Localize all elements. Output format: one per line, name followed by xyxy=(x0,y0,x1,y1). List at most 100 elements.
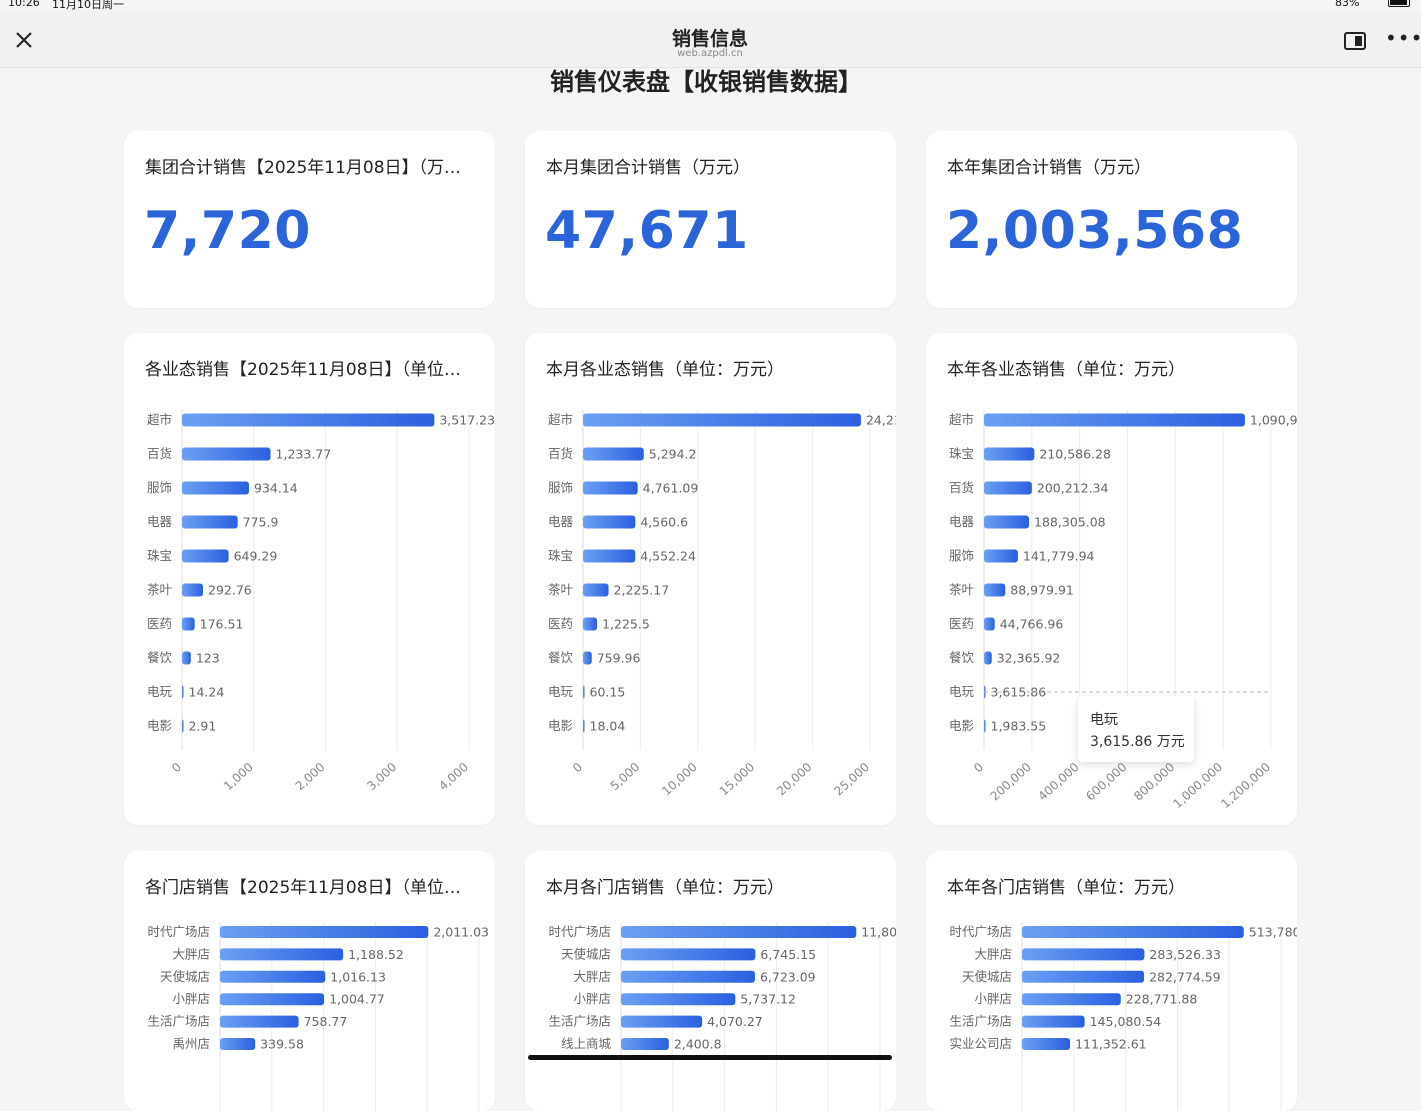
battery-percent: 83% xyxy=(1335,0,1360,9)
data-label: 2,225.17 xyxy=(614,583,670,598)
category-label: 天使城店 xyxy=(160,969,210,984)
category-label: 电影 xyxy=(548,718,574,733)
category-label: 电影 xyxy=(147,718,173,733)
data-label: 14.24 xyxy=(189,685,225,700)
category-label: 茶叶 xyxy=(949,582,975,597)
bar xyxy=(583,481,638,495)
bar xyxy=(1022,948,1145,961)
category-label: 电玩 xyxy=(548,684,574,699)
data-label: 6,723.09 xyxy=(760,969,816,984)
bar xyxy=(583,685,585,699)
data-label: 141,779.94 xyxy=(1023,549,1095,564)
bar xyxy=(621,1038,669,1050)
x-tick-label: 800,000 xyxy=(1131,760,1177,804)
bar xyxy=(182,651,191,665)
bar xyxy=(1022,970,1145,983)
bar xyxy=(583,447,644,461)
bar-chart-format-month[interactable]: 0 5,000 10,000 15,000 20,000 25,000 超市 24,213 百货… xyxy=(525,333,896,825)
nav-url: web.azpdl.cn xyxy=(677,48,743,59)
data-label: 4,560.6 xyxy=(640,515,688,530)
kpi-title: 本月集团合计销售（万元） xyxy=(546,158,750,178)
x-tick-label: 4,000 xyxy=(436,760,471,793)
category-label: 大胖店 xyxy=(974,946,1012,961)
bar xyxy=(220,1015,299,1028)
category-label: 时代广场店 xyxy=(949,924,1012,939)
bar xyxy=(621,926,857,938)
category-label: 禹州店 xyxy=(172,1036,210,1051)
bar-chart-format-day[interactable]: 0 1,000 2,000 3,000 4,000 超市 3,517.23 百货 1,233.7… xyxy=(124,333,495,825)
chart-card-format-day: 各业态销售【2025年11月08日】（单位：... 0 1,000 2,000 3,0… xyxy=(124,333,495,825)
x-tick-label: 200,000 xyxy=(988,760,1034,804)
bar xyxy=(1022,1015,1085,1028)
bar xyxy=(583,515,636,529)
bar xyxy=(984,719,986,733)
category-label: 茶叶 xyxy=(147,582,173,597)
category-label: 超市 xyxy=(548,412,573,427)
bar xyxy=(583,413,861,427)
x-tick-label: 20,000 xyxy=(774,760,815,799)
bar xyxy=(984,515,1030,529)
nav-title: 销售信息 xyxy=(671,28,748,50)
bar xyxy=(621,1015,703,1028)
x-tick-label: 1,000 xyxy=(221,760,256,793)
x-tick-label: 25,000 xyxy=(831,760,872,799)
category-label: 医药 xyxy=(949,616,974,631)
bar xyxy=(583,583,609,597)
kpi-value: 47,671 xyxy=(545,201,749,261)
bar xyxy=(984,651,992,665)
x-tick-label: 1,000,000 xyxy=(1170,760,1225,811)
close-icon[interactable] xyxy=(12,28,36,52)
category-label: 珠宝 xyxy=(548,548,573,563)
x-tick-label: 0 xyxy=(971,760,986,776)
category-label: 小胖店 xyxy=(974,991,1012,1006)
bar xyxy=(984,583,1006,597)
category-label: 百货 xyxy=(147,446,172,461)
chart-card-format-month: 本月各业态销售（单位：万元） 0 5,000 10,000 15,000 20,000 2… xyxy=(525,333,896,825)
data-label: 1,233.77 xyxy=(276,447,332,462)
multitask-dots-icon[interactable]: ••• xyxy=(698,0,722,6)
data-label: 18.04 xyxy=(590,719,626,734)
bar xyxy=(182,447,271,461)
chart-title: 本年各门店销售（单位：万元） xyxy=(947,878,1185,898)
category-label: 电影 xyxy=(949,718,975,733)
bar xyxy=(621,993,736,1006)
page-title: 销售仪表盘【收银销售数据】 xyxy=(550,68,862,96)
category-label: 大胖店 xyxy=(172,946,210,961)
bar xyxy=(984,549,1018,563)
category-label: 生活广场店 xyxy=(949,1014,1012,1029)
data-label: 4,761.09 xyxy=(643,481,699,496)
chart-title: 各业态销售【2025年11月08日】（单位：... xyxy=(145,360,477,380)
x-tick-label: 3,000 xyxy=(364,760,399,793)
bar xyxy=(182,481,250,495)
x-tick-label: 10,000 xyxy=(659,760,700,799)
category-label: 服饰 xyxy=(949,548,974,563)
data-label: 934.14 xyxy=(254,481,298,496)
data-label: 5,294.2 xyxy=(649,447,697,462)
data-label: 11,809 xyxy=(861,925,896,940)
tooltip-value: 3,615.86 万元 xyxy=(1090,734,1185,750)
bar xyxy=(220,1038,256,1050)
bar xyxy=(984,617,995,631)
sidebar-toggle-icon[interactable] xyxy=(1344,32,1366,50)
status-bar: 10:26 11月10日周一 ••• 83% xyxy=(0,0,1421,11)
data-label: 1,983.55 xyxy=(991,719,1047,734)
data-label: 759.96 xyxy=(597,651,641,666)
kpi-title: 集团合计销售【2025年11月08日】（万元） xyxy=(145,158,477,178)
bar xyxy=(583,549,636,563)
category-label: 百货 xyxy=(949,480,974,495)
data-label: 123 xyxy=(196,651,220,666)
data-label: 4,070.27 xyxy=(707,1014,763,1029)
chart-card-store-day: 各门店销售【2025年11月08日】（单位：... 时代广场店 2,011.03 大… xyxy=(124,851,495,1111)
home-indicator[interactable] xyxy=(528,1055,892,1060)
data-label: 44,766.96 xyxy=(1000,617,1064,632)
more-icon[interactable]: ••• xyxy=(1385,26,1421,50)
bar xyxy=(182,719,184,733)
category-label: 电器 xyxy=(949,514,975,529)
category-label: 茶叶 xyxy=(548,582,574,597)
bar xyxy=(583,651,592,665)
battery-icon xyxy=(1388,0,1410,7)
category-label: 餐饮 xyxy=(147,650,173,665)
data-label: 2,011.03 xyxy=(433,925,489,940)
x-tick-label: 15,000 xyxy=(717,760,758,799)
category-label: 线上商城 xyxy=(561,1036,612,1051)
